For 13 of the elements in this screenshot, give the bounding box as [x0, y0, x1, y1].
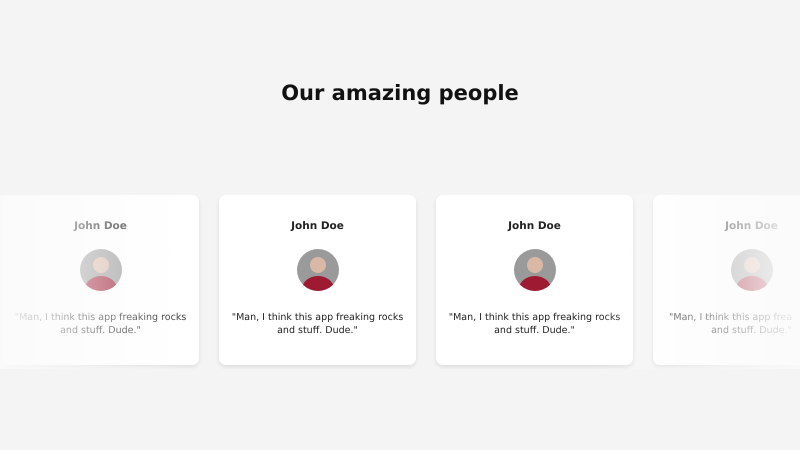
testimonial-quote: and stuff. Dude." [493, 324, 576, 337]
testimonial-quote: "Man, I think this app freaking rocks [448, 311, 622, 324]
avatar-silhouette-icon [80, 249, 122, 291]
avatar-silhouette-icon [514, 249, 556, 291]
avatar-silhouette-icon [296, 249, 338, 291]
testimonial-quote: and stuff. Dude." [59, 324, 142, 337]
section-title: Our amazing people [280, 80, 520, 107]
person-name: John Doe [291, 219, 344, 233]
person-name: John Doe [74, 219, 127, 233]
testimonial-quote: and stuff. Dude." [276, 324, 359, 337]
testimonial-quote: "Man, I think this app freaking rocks [230, 311, 404, 324]
person-name: John Doe [508, 219, 561, 233]
avatar-silhouette-icon [730, 249, 772, 291]
